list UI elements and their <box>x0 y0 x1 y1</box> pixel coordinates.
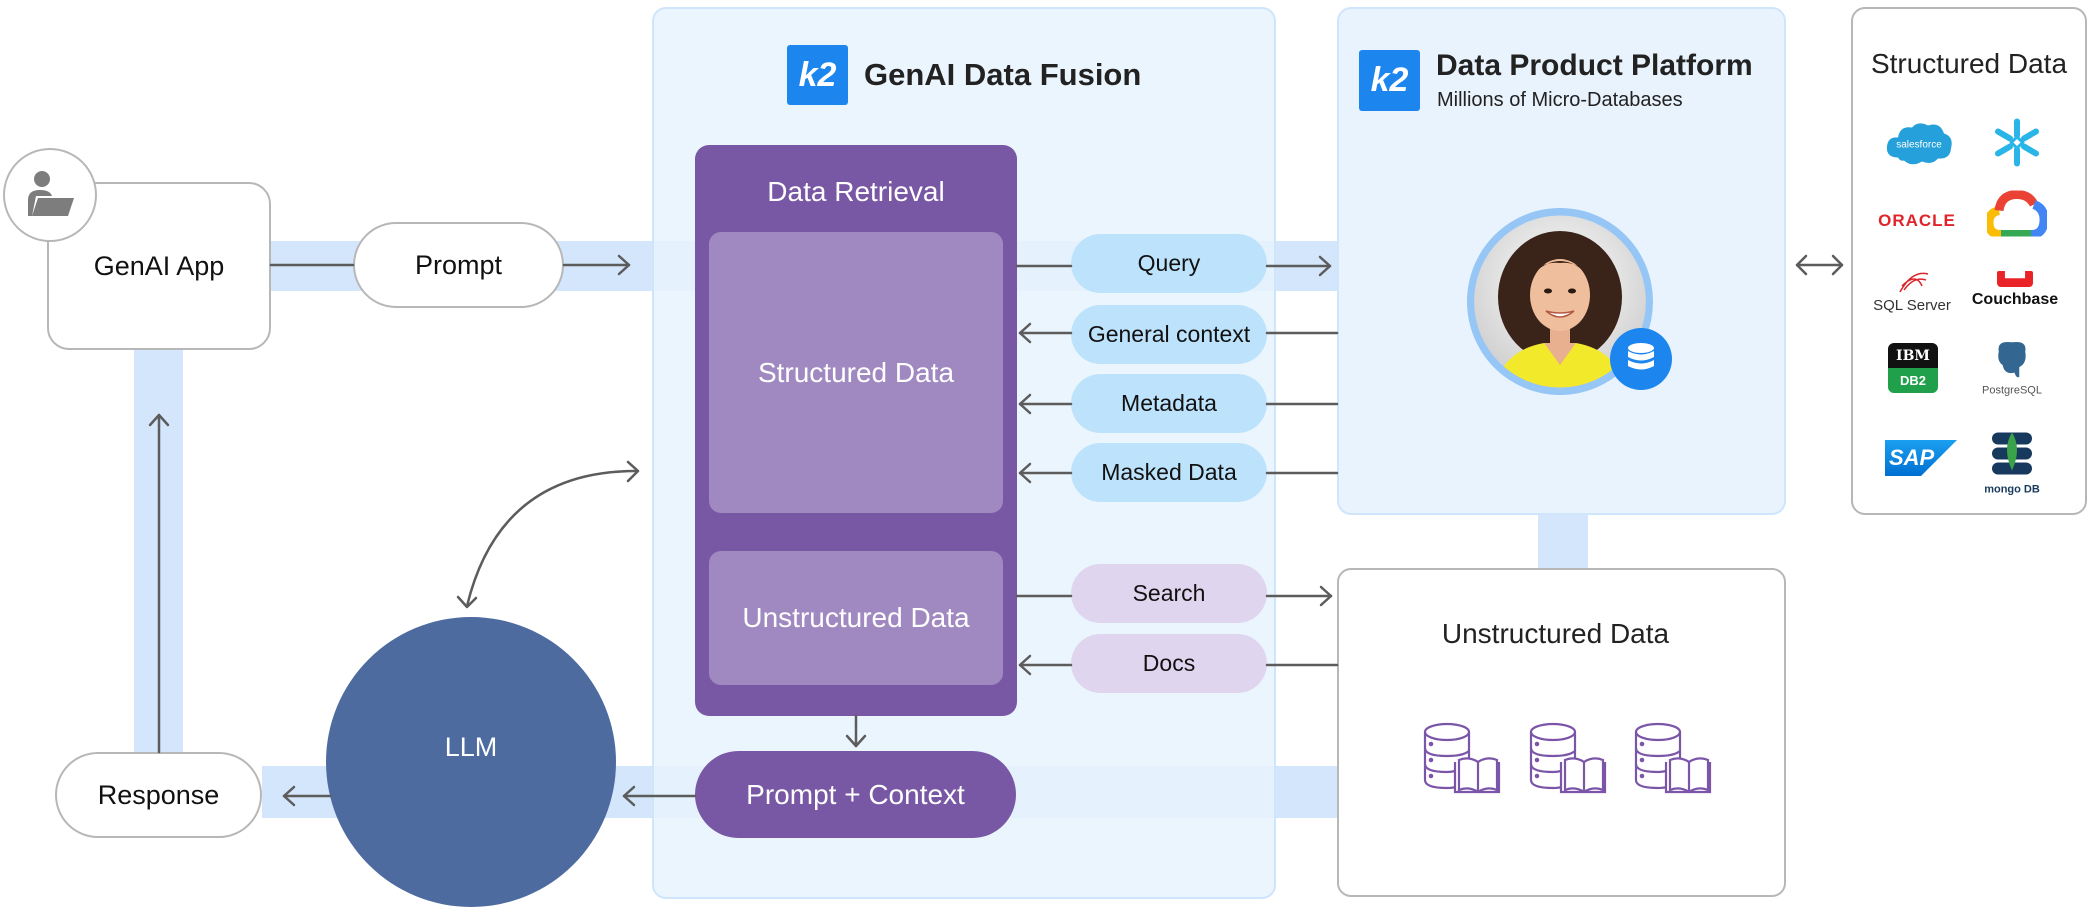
ibm-text: IBM <box>1888 343 1938 368</box>
oracle-text: ORACLE <box>1878 211 1956 230</box>
database-book-icon <box>1423 722 1501 794</box>
arrow-llm-retrieval-bidirectional <box>456 460 640 609</box>
chip-query-label: Query <box>1137 250 1201 276</box>
chip-general-context-label: General context <box>1087 321 1251 347</box>
oracle-logo: ORACLE <box>1878 211 1956 231</box>
structured-data-block[interactable]: Structured Data <box>709 232 1003 513</box>
structured-sources-title: Structured Data <box>1870 48 2068 79</box>
sap-logo: SAP <box>1885 440 1957 476</box>
chip-docs[interactable]: Docs <box>1071 634 1267 693</box>
salesforce-text: salesforce <box>1896 140 1942 151</box>
database-badge <box>1610 328 1672 390</box>
chip-search-label: Search <box>1132 580 1206 606</box>
sql-server-icon <box>1899 272 1929 293</box>
user-laptop-icon <box>28 171 74 216</box>
chip-query[interactable]: Query <box>1071 234 1267 293</box>
response-pill[interactable]: Response <box>55 752 262 838</box>
database-book-icon <box>1634 722 1712 794</box>
unstructured-data-label: Unstructured Data <box>742 602 970 633</box>
llm-node[interactable]: LLM <box>326 617 616 907</box>
prompt-context-label: Prompt + Context <box>746 778 965 810</box>
elephant-icon <box>1996 340 2028 379</box>
salesforce-logo: salesforce <box>1884 118 1954 173</box>
k2-logo: k2 <box>1359 50 1420 111</box>
unstructured-store-title: Unstructured Data <box>1441 618 1670 649</box>
sql-server-text: SQL Server <box>1873 297 1951 314</box>
couchbase-logo: Couchbase <box>1965 271 2065 309</box>
couchbase-icon <box>1997 271 2033 287</box>
chip-masked-data-label: Masked Data <box>1101 459 1237 485</box>
google-cloud-logo <box>1984 189 2049 242</box>
fusion-title: GenAI Data Fusion <box>864 57 1142 92</box>
dpp-title: Data Product Platform <box>1436 49 1753 82</box>
unstructured-data-block[interactable]: Unstructured Data <box>709 551 1003 685</box>
prompt-pill[interactable]: Prompt <box>353 222 564 308</box>
chip-metadata[interactable]: Metadata <box>1071 374 1267 433</box>
k2-logo: k2 <box>787 45 848 105</box>
database-icon <box>1628 343 1654 370</box>
response-label: Response <box>97 779 220 810</box>
user-avatar <box>3 148 97 242</box>
sql-server-logo: SQL Server <box>1872 266 1952 314</box>
ibm-db2-logo: IBM DB2 <box>1888 343 1938 393</box>
snowflake-logo <box>1992 118 2042 173</box>
mongodb-logo: mongo DB <box>1972 431 2052 496</box>
data-retrieval-title: Data Retrieval <box>767 176 945 207</box>
sap-text: SAP <box>1889 445 1935 470</box>
genai-app-label: GenAI App <box>93 250 225 281</box>
chip-masked-data[interactable]: Masked Data <box>1071 443 1267 502</box>
k2-logo-text: k2 <box>1370 61 1409 99</box>
mongodb-icon <box>1992 432 2032 475</box>
db2-text: DB2 <box>1888 368 1938 393</box>
postgresql-logo: PostgreSQL <box>1967 338 2057 397</box>
couchbase-text: Couchbase <box>1971 291 2059 308</box>
structured-data-label: Structured Data <box>757 356 955 388</box>
chip-search[interactable]: Search <box>1071 564 1267 623</box>
k2-logo-text: k2 <box>798 55 837 94</box>
llm-label: LLM <box>444 731 498 762</box>
mongodb-text: mongo DB <box>1984 483 2040 496</box>
chip-metadata-label: Metadata <box>1121 390 1217 416</box>
arrow-dpp-sources-bidirectional <box>1795 254 1844 276</box>
connector-band-dpp-unstructured <box>1538 515 1588 568</box>
dpp-subtitle: Millions of Micro-Databases <box>1437 89 1683 111</box>
chip-docs-label: Docs <box>1142 650 1196 676</box>
postgresql-text: PostgreSQL <box>1982 384 2042 397</box>
database-book-icon <box>1529 722 1607 794</box>
prompt-label: Prompt <box>414 249 503 280</box>
flow-band-return <box>134 350 183 752</box>
prompt-context-pill[interactable]: Prompt + Context <box>695 751 1016 838</box>
chip-general-context[interactable]: General context <box>1071 305 1267 364</box>
